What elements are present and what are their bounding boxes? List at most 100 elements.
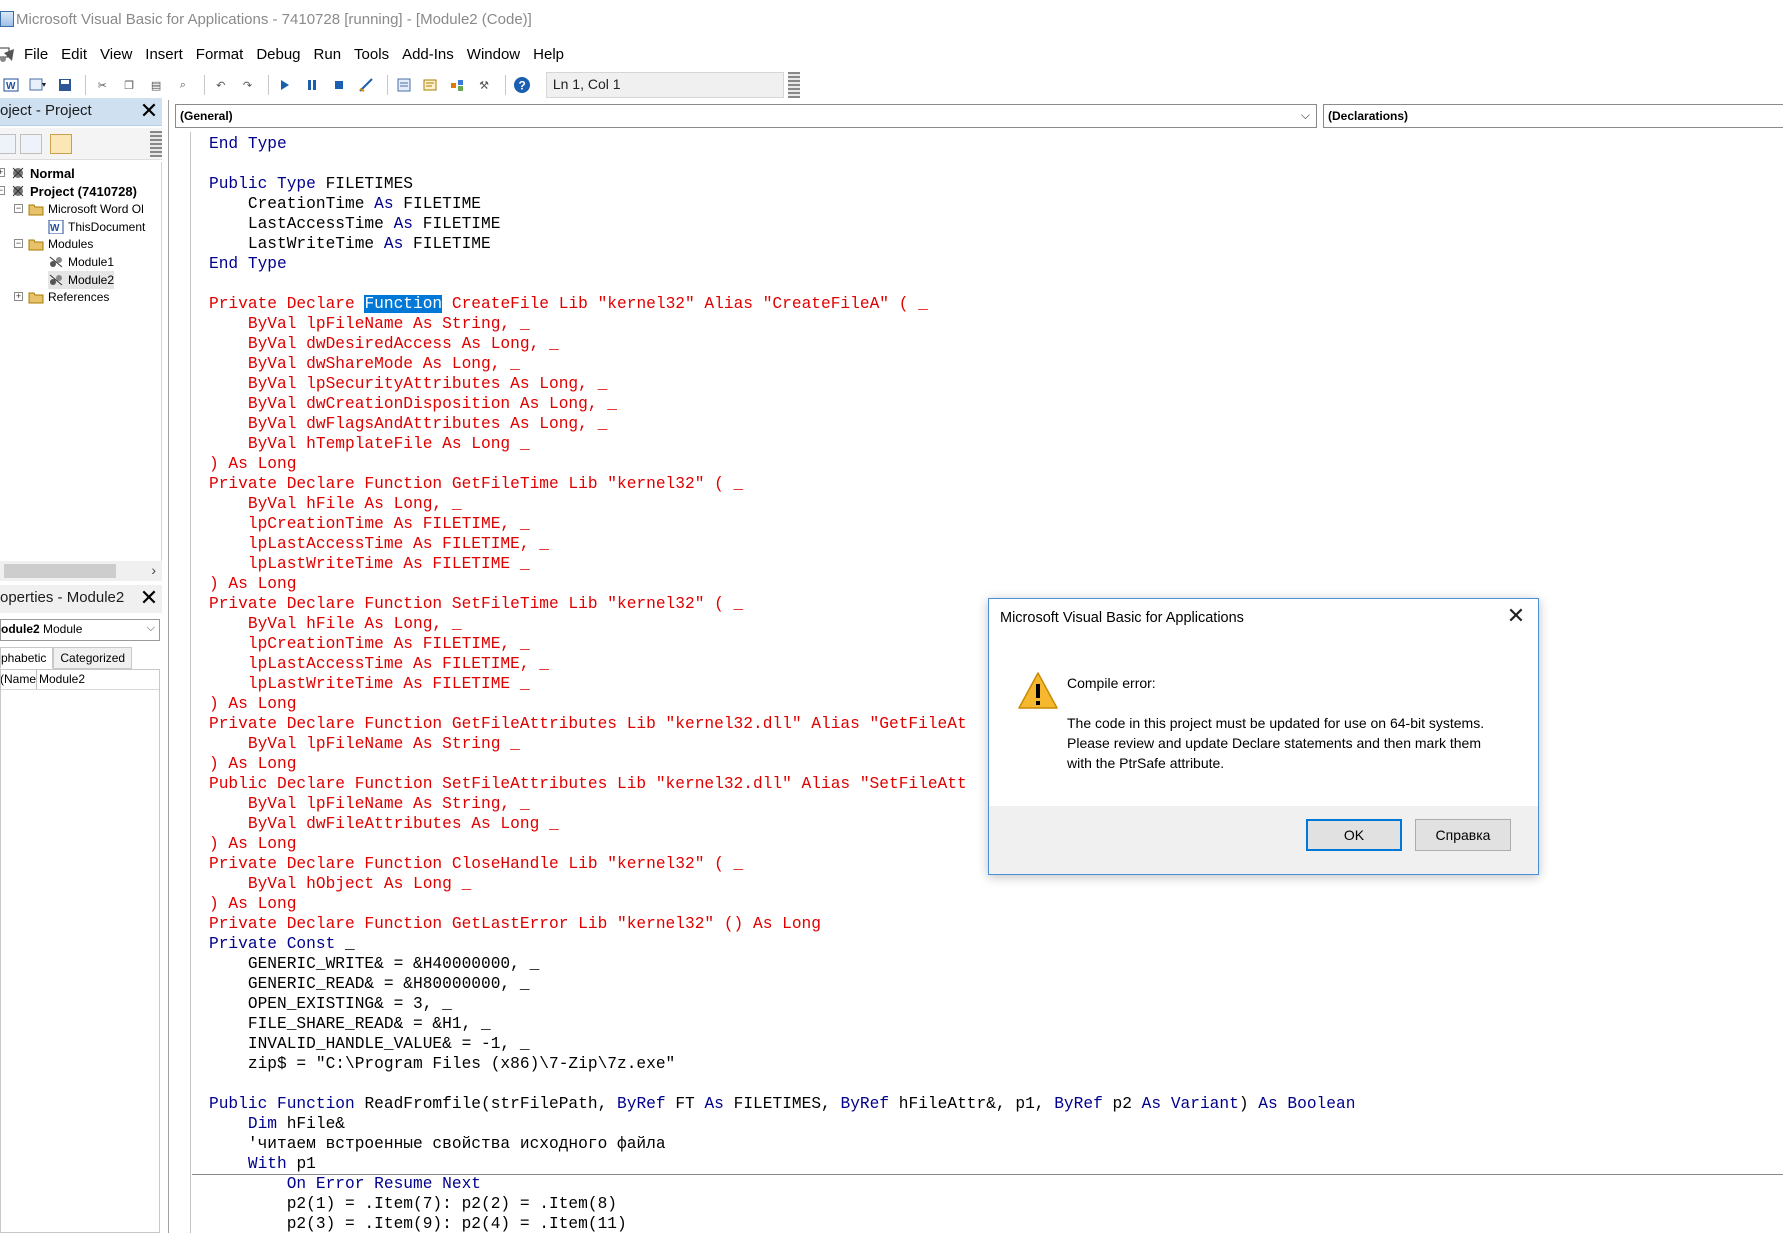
view-object-button[interactable]	[20, 134, 42, 154]
view-word-icon[interactable]: W	[0, 74, 22, 96]
property-row[interactable]: Name) Module2	[1, 670, 159, 690]
menu-run[interactable]: Run	[314, 46, 342, 63]
menu-window[interactable]: Window	[467, 46, 520, 63]
code-line[interactable]: ByVal hTemplateFile As Long _	[209, 434, 1769, 454]
code-line[interactable]: ByVal dwDesiredAccess As Long, _	[209, 334, 1769, 354]
close-icon[interactable]: ✕	[138, 587, 160, 610]
copy-icon[interactable]: ❐	[118, 74, 140, 96]
code-line[interactable]: OPEN_EXISTING& = 3, _	[209, 994, 1769, 1014]
menu-add-ins[interactable]: Add-Ins	[402, 46, 454, 63]
project-horizontal-scrollbar[interactable]: ›	[0, 561, 162, 581]
expand-icon[interactable]: +	[14, 292, 23, 301]
tree-node-modules[interactable]: Modules	[28, 235, 93, 253]
toolbar-grip[interactable]	[788, 72, 800, 98]
code-line[interactable]: Public Type FILETIMES	[209, 174, 1769, 194]
properties-object-select[interactable]: odule2 Module ⌵	[0, 619, 160, 641]
code-line[interactable]: End Type	[209, 134, 1769, 154]
object-combo[interactable]: (General) ⌵	[175, 104, 1317, 128]
code-line[interactable]: ByVal lpFileName As String, _	[209, 314, 1769, 334]
chevron-right-icon[interactable]: ›	[151, 562, 156, 578]
menu-tools[interactable]: Tools	[354, 46, 389, 63]
code-line[interactable]: Dim hFile&	[209, 1114, 1769, 1134]
find-icon[interactable]: ⌕	[172, 74, 194, 96]
close-icon[interactable]: ✕	[138, 100, 160, 123]
code-line[interactable]: p2(1) = .Item(7): p2(2) = .Item(8)	[209, 1194, 1769, 1214]
pane-grip[interactable]	[150, 131, 162, 157]
tree-node-module1[interactable]: Module1	[48, 253, 114, 271]
help-button[interactable]: Справка	[1415, 819, 1511, 851]
code-line[interactable]: 'читаем встроенные свойства исходного фа…	[209, 1134, 1769, 1154]
menu-file[interactable]: File	[24, 46, 48, 63]
code-line[interactable]: Public Function ReadFromfile(strFilePath…	[209, 1094, 1769, 1114]
code-line[interactable]: lpCreationTime As FILETIME, _	[209, 514, 1769, 534]
code-line[interactable]: With p1	[209, 1154, 1769, 1174]
code-line[interactable]: End Type	[209, 254, 1769, 274]
menu-debug[interactable]: Debug	[256, 46, 300, 63]
code-line[interactable]: lpLastAccessTime As FILETIME, _	[209, 534, 1769, 554]
code-line[interactable]	[209, 274, 1769, 294]
code-line[interactable]	[209, 1074, 1769, 1094]
code-line[interactable]: GENERIC_WRITE& = &H40000000, _	[209, 954, 1769, 974]
toolbox-icon[interactable]: ⚒	[473, 74, 495, 96]
code-line[interactable]: ByVal dwCreationDisposition As Long, _	[209, 394, 1769, 414]
collapse-icon[interactable]: −	[14, 239, 23, 248]
code-line[interactable]: FILE_SHARE_READ& = &H1, _	[209, 1014, 1769, 1034]
code-line[interactable]: ) As Long	[209, 894, 1769, 914]
menu-view[interactable]: View	[100, 46, 132, 63]
code-line[interactable]: p2(3) = .Item(9): p2(4) = .Item(11)	[209, 1214, 1769, 1233]
reset-icon[interactable]	[328, 74, 350, 96]
tree-node-project[interactable]: Project (7410728)	[10, 182, 137, 200]
code-line[interactable]: Private Declare Function CreateFile Lib …	[209, 294, 1769, 314]
code-line[interactable]: Private Declare Function GetLastError Li…	[209, 914, 1769, 934]
menu-format[interactable]: Format	[196, 46, 244, 63]
tree-node-references[interactable]: References	[28, 288, 109, 306]
code-line[interactable]: LastAccessTime As FILETIME	[209, 214, 1769, 234]
code-line[interactable]: ByVal hFile As Long, _	[209, 494, 1769, 514]
save-icon[interactable]	[54, 74, 76, 96]
design-mode-icon[interactable]	[355, 74, 377, 96]
code-line[interactable]: GENERIC_READ& = &H80000000, _	[209, 974, 1769, 994]
insert-module-icon[interactable]	[27, 74, 49, 96]
help-icon[interactable]: ?	[511, 74, 533, 96]
close-icon[interactable]: ✕	[1504, 605, 1528, 629]
code-line[interactable]: LastWriteTime As FILETIME	[209, 234, 1769, 254]
property-value[interactable]: Module2	[37, 670, 87, 689]
code-line[interactable]: ByVal lpSecurityAttributes As Long, _	[209, 374, 1769, 394]
view-code-button[interactable]	[0, 134, 16, 154]
tree-node-module2[interactable]: Module2	[48, 271, 115, 289]
code-line[interactable]: ) As Long	[209, 574, 1769, 594]
expand-icon[interactable]: +	[0, 168, 5, 177]
properties-window-icon[interactable]	[420, 74, 442, 96]
tree-node-thisdocument[interactable]: W ThisDocument	[48, 218, 145, 236]
collapse-icon[interactable]: −	[14, 204, 23, 213]
cut-icon[interactable]: ✂	[91, 74, 113, 96]
code-margin-indicator-bar[interactable]	[169, 132, 191, 1233]
menu-help[interactable]: Help	[533, 46, 564, 63]
code-line[interactable]: Private Declare Function GetFileTime Lib…	[209, 474, 1769, 494]
menu-insert[interactable]: Insert	[145, 46, 183, 63]
toggle-folders-button[interactable]	[50, 134, 72, 154]
code-line[interactable]: On Error Resume Next	[209, 1174, 1769, 1194]
tab-alphabetic[interactable]: phabetic	[0, 647, 54, 669]
run-icon[interactable]	[274, 74, 296, 96]
tab-categorized[interactable]: Categorized	[53, 647, 133, 669]
project-explorer-icon[interactable]	[393, 74, 415, 96]
code-line[interactable]: INVALID_HANDLE_VALUE& = -1, _	[209, 1034, 1769, 1054]
code-line[interactable]: lpLastWriteTime As FILETIME _	[209, 554, 1769, 574]
ok-button[interactable]: OK	[1306, 819, 1402, 851]
tree-node-normal[interactable]: Normal	[10, 164, 75, 182]
code-line[interactable]: ByVal dwShareMode As Long, _	[209, 354, 1769, 374]
redo-icon[interactable]: ↷	[237, 74, 259, 96]
code-line[interactable]: zip$ = "C:\Program Files (x86)\7-Zip\7z.…	[209, 1054, 1769, 1074]
code-line[interactable]: ByVal hObject As Long _	[209, 874, 1769, 894]
code-line[interactable]: Private Const _	[209, 934, 1769, 954]
menu-edit[interactable]: Edit	[61, 46, 87, 63]
tree-node-word-objects[interactable]: Microsoft Word Ol	[28, 200, 144, 218]
code-line[interactable]: CreationTime As FILETIME	[209, 194, 1769, 214]
collapse-icon[interactable]: −	[0, 186, 5, 195]
scrollbar-thumb[interactable]	[4, 564, 116, 578]
code-line[interactable]: ) As Long	[209, 454, 1769, 474]
undo-icon[interactable]: ↶	[210, 74, 232, 96]
paste-icon[interactable]: ▤	[145, 74, 167, 96]
object-browser-icon[interactable]	[446, 74, 468, 96]
